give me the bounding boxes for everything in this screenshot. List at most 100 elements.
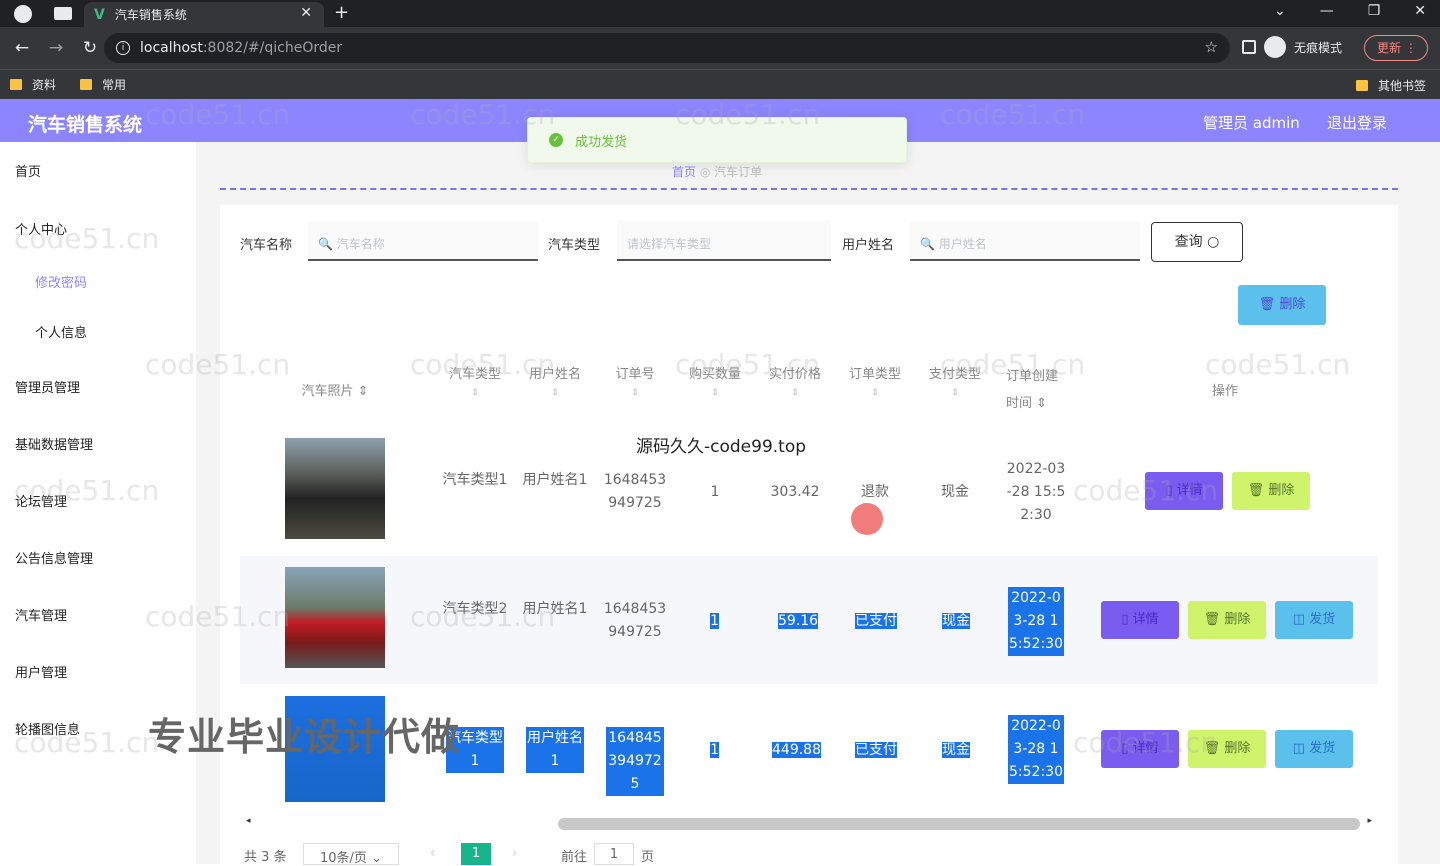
sort-icon[interactable]: ⇕ xyxy=(440,388,510,398)
query-button[interactable]: 查询 ○ xyxy=(1151,222,1243,262)
th-price[interactable]: 实付价格 ⇕ xyxy=(760,363,830,398)
sidebar-item-forum[interactable]: 论坛管理 xyxy=(15,491,67,510)
cell-order-type: 已支付 xyxy=(855,742,897,758)
bookmark-label: 常用 xyxy=(102,78,127,92)
goto-label: 前往 xyxy=(561,850,588,865)
detail-label: 详情 xyxy=(1132,612,1159,627)
delete-button[interactable]: 🗑 删除 xyxy=(1188,601,1266,639)
incognito-icon[interactable] xyxy=(1264,36,1286,58)
sidepanel-icon[interactable] xyxy=(1242,40,1256,54)
ship-button[interactable]: ◫ 发货 xyxy=(1275,601,1353,639)
ship-button[interactable]: ◫ 发货 xyxy=(1275,730,1353,768)
update-label: 更新 xyxy=(1377,41,1402,55)
star-icon[interactable]: ☆ xyxy=(1205,38,1218,56)
th-photo[interactable]: 汽车照片 ⇕ xyxy=(280,380,390,399)
sidebar-item-carousel[interactable]: 轮播图信息 xyxy=(15,719,80,738)
th-user[interactable]: 用户姓名 ⇕ xyxy=(520,363,590,398)
sort-icon[interactable]: ⇕ xyxy=(920,388,990,398)
batch-delete-button[interactable]: 🗑 删除 xyxy=(1238,285,1326,325)
page-size-select[interactable]: 10条/页 ⌄ xyxy=(303,843,399,866)
close-window-icon[interactable]: ✕ xyxy=(1414,3,1426,19)
restore-icon[interactable]: ❐ xyxy=(1368,3,1381,19)
th-order[interactable]: 订单号 ⇕ xyxy=(600,363,670,398)
sidebar-item-base-data[interactable]: 基础数据管理 xyxy=(15,434,93,453)
delete-button[interactable]: 🗑 删除 xyxy=(1232,472,1310,510)
browser-tabbar: V 汽车销售系统 ✕ + ⌄ — ❐ ✕ xyxy=(0,0,1440,27)
sort-icon[interactable]: ⇕ xyxy=(520,388,590,398)
url-field[interactable]: i localhost:8082/#/qicheOrder ☆ xyxy=(104,33,1230,63)
cursor-highlight xyxy=(851,503,883,535)
th-time[interactable]: 订单创建时间 ⇕ xyxy=(1006,363,1066,417)
bookmarks-bar: 资料 常用 其他书签 xyxy=(0,69,1440,99)
delete-label: 删除 xyxy=(1224,612,1251,627)
scrollbar-thumb[interactable] xyxy=(558,818,1360,830)
new-tab-button[interactable]: + xyxy=(334,2,349,23)
delete-button[interactable]: 🗑 删除 xyxy=(1188,730,1266,768)
detail-button[interactable]: ▯ 详情 xyxy=(1101,730,1179,768)
th-qty[interactable]: 购买数量 ⇕ xyxy=(680,363,750,398)
close-tab-icon[interactable]: ✕ xyxy=(300,5,312,21)
admin-label: 管理员 admin xyxy=(1203,114,1300,132)
th-order-type[interactable]: 订单类型 ⇕ xyxy=(840,363,910,398)
url-host: localhost xyxy=(140,40,203,56)
scroll-right-icon[interactable]: ▸ xyxy=(1367,816,1372,826)
th-pay-type[interactable]: 支付类型 ⇕ xyxy=(920,363,990,398)
cell-order: 1648453949725 xyxy=(603,472,667,511)
car-type-label: 汽车类型 xyxy=(548,238,601,253)
trash-icon: 🗑 xyxy=(1258,297,1276,312)
th-type[interactable]: 汽车类型 ⇕ xyxy=(440,363,510,398)
page-current[interactable]: 1 xyxy=(461,843,491,865)
forward-icon[interactable]: → xyxy=(44,38,68,58)
breadcrumb-home[interactable]: 首页 xyxy=(672,165,696,179)
caption-overlay: 源码久久-code99.top xyxy=(636,437,807,457)
car-name-input[interactable]: 🔍 汽车名称 xyxy=(308,221,538,261)
horizontal-scrollbar[interactable]: ◂ ▸ xyxy=(240,814,1378,832)
other-bookmarks[interactable]: 其他书签 xyxy=(1355,77,1426,94)
logout-link[interactable]: 退出登录 xyxy=(1327,112,1387,133)
bookmark-0[interactable]: 资料 xyxy=(10,76,56,93)
back-icon[interactable]: ← xyxy=(10,38,34,58)
dropdown-icon[interactable]: ⌄ xyxy=(1274,3,1286,19)
detail-button[interactable]: ▯ 详情 xyxy=(1145,472,1223,510)
detail-label: 详情 xyxy=(1132,741,1159,756)
th-label: 实付价格 xyxy=(768,367,821,382)
sort-icon[interactable]: ⇕ xyxy=(840,388,910,398)
sort-icon[interactable]: ⇕ xyxy=(760,388,830,398)
address-bar: ← → ↻ i localhost:8082/#/qicheOrder ☆ 无痕模式… xyxy=(0,27,1440,69)
reload-icon[interactable]: ↻ xyxy=(78,38,102,58)
user-name-input[interactable]: 🔍 用户姓名 xyxy=(910,221,1140,261)
sort-icon[interactable]: ⇕ xyxy=(600,388,670,398)
sidebar-item-personal[interactable]: 个人中心 xyxy=(15,219,67,238)
sidebar-item-car[interactable]: 汽车管理 xyxy=(15,605,67,624)
folder-icon xyxy=(10,79,22,90)
scroll-left-icon[interactable]: ◂ xyxy=(246,816,251,826)
minimize-icon[interactable]: — xyxy=(1320,3,1334,19)
detail-button[interactable]: ▯ 详情 xyxy=(1101,601,1179,639)
th-label: 订单类型 xyxy=(848,367,901,382)
cell-user: 用户姓名1 xyxy=(522,601,588,617)
promo-overlay: 专业毕业设计代做 xyxy=(148,715,461,759)
browser-tab[interactable]: V 汽车销售系统 ✕ xyxy=(84,2,324,27)
sidebar-item-home[interactable]: 首页 xyxy=(15,161,41,180)
goto-input[interactable]: 1 xyxy=(594,843,634,865)
profile-area: 无痕模式 xyxy=(1242,36,1342,58)
sort-icon[interactable]: ⇕ xyxy=(680,388,750,398)
sidebar-item-admin[interactable]: 管理员管理 xyxy=(15,377,80,396)
prev-page-icon[interactable]: ‹ xyxy=(430,846,435,861)
sidebar-item-profile[interactable]: 个人信息 xyxy=(35,322,87,341)
tab-search-icon[interactable] xyxy=(54,7,72,20)
sidebar-item-notice[interactable]: 公告信息管理 xyxy=(15,548,93,567)
app-title: 汽车销售系统 xyxy=(28,114,143,136)
next-page-icon[interactable]: › xyxy=(512,846,517,861)
batch-delete-label: 删除 xyxy=(1279,297,1306,312)
browser-menu-icon[interactable] xyxy=(14,4,32,23)
update-button[interactable]: 更新 ⋮ xyxy=(1364,35,1428,61)
sidebar-item-change-password[interactable]: 修改密码 xyxy=(35,272,87,291)
car-type-select[interactable]: 请选择汽车类型 xyxy=(617,221,831,261)
bookmark-1[interactable]: 常用 xyxy=(80,76,126,93)
sidebar-item-user[interactable]: 用户管理 xyxy=(15,662,67,681)
delete-label: 删除 xyxy=(1268,483,1295,498)
info-icon[interactable]: i xyxy=(116,41,130,55)
toast-message: 成功发货 xyxy=(575,134,628,150)
delete-label: 删除 xyxy=(1224,741,1251,756)
